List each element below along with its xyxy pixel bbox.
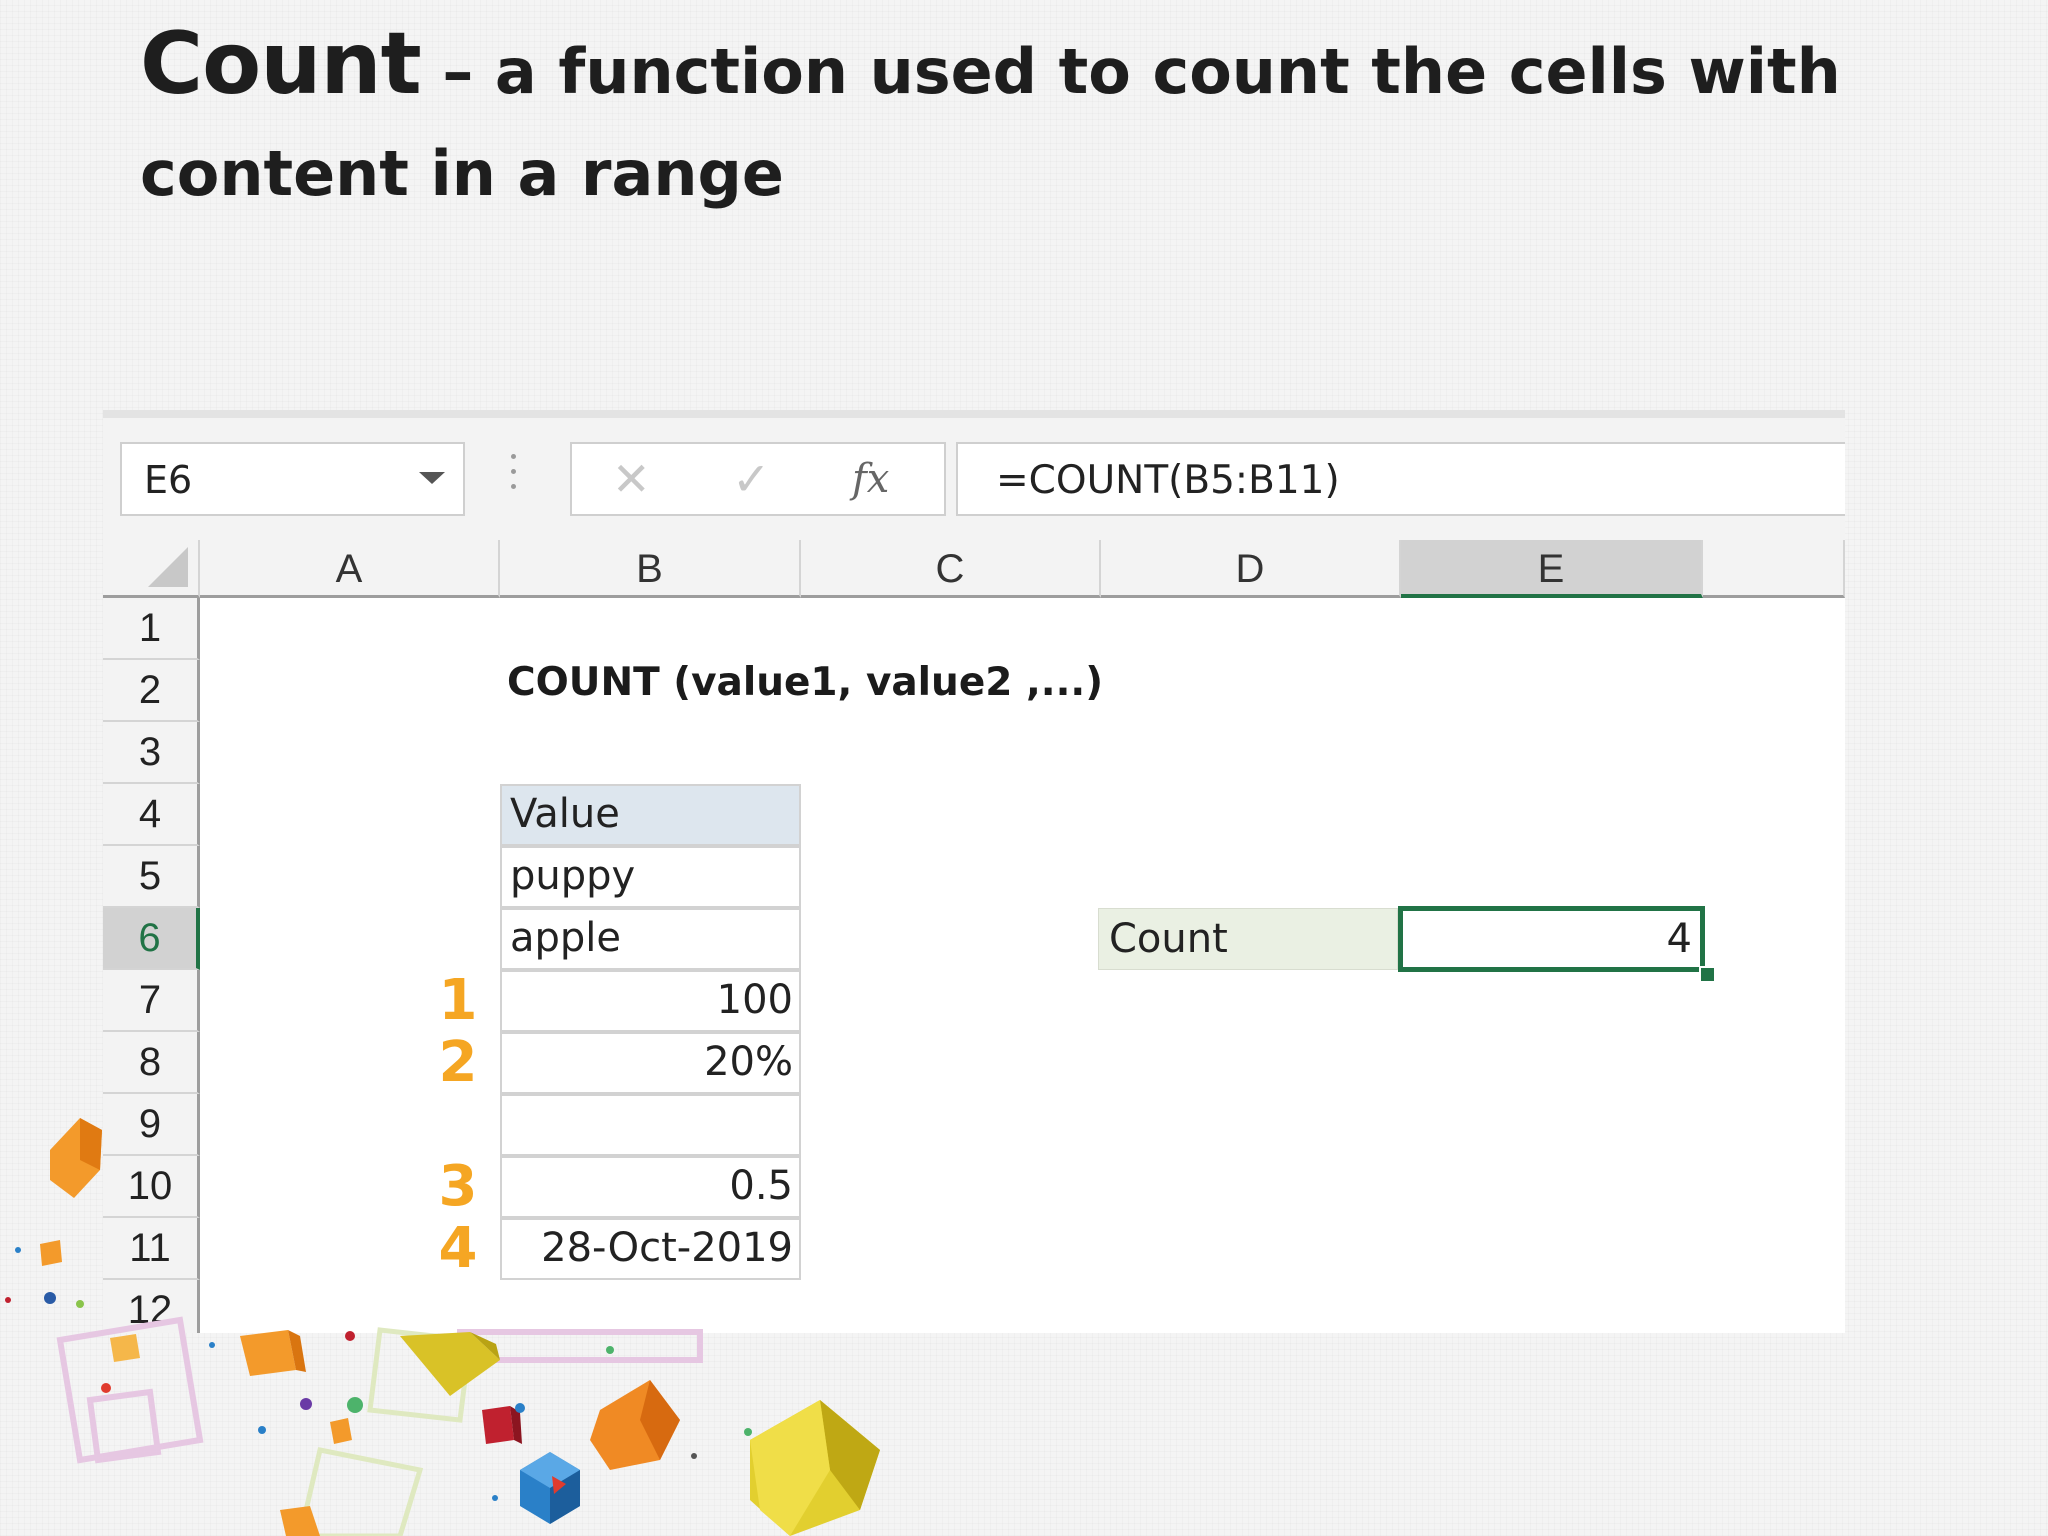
column-header-f[interactable]: [1703, 540, 1845, 598]
formula-buttons: ✕ ✓ fx: [570, 442, 946, 516]
row-header-3[interactable]: 3: [103, 722, 200, 784]
light-green-frame-decoration: [297, 1327, 473, 1536]
formula-input[interactable]: =COUNT(B5:B11): [956, 442, 1845, 516]
formula-bar: E6 ✕ ✓ fx =COUNT(B5:B11): [103, 410, 1845, 540]
row-header-2[interactable]: 2: [103, 660, 200, 722]
cell-b5[interactable]: puppy: [500, 846, 801, 908]
column-header-b[interactable]: B: [500, 540, 801, 598]
cell-b11[interactable]: 28-Oct-2019: [500, 1218, 801, 1280]
column-header-c[interactable]: C: [801, 540, 1101, 598]
count-syntax[interactable]: COUNT (value1, value2 ,...): [507, 660, 1103, 705]
name-box[interactable]: E6: [120, 442, 465, 516]
cell-b7[interactable]: 100: [500, 970, 801, 1032]
red-cube-decoration: [482, 1406, 522, 1444]
orange-cube-decoration: [50, 1118, 102, 1198]
column-header-a[interactable]: A: [200, 540, 500, 598]
formula-text: =COUNT(B5:B11): [996, 458, 1340, 503]
row-header-11[interactable]: 11: [103, 1218, 200, 1280]
pink-frame-decoration: [56, 1316, 703, 1464]
annotation-3: 3: [438, 1154, 478, 1219]
formula-bar-resize-handle[interactable]: [511, 454, 517, 498]
cell-b8[interactable]: 20%: [500, 1032, 801, 1094]
row-header-8[interactable]: 8: [103, 1032, 200, 1094]
row-header-6[interactable]: 6: [103, 908, 200, 970]
cell-d6-count-label[interactable]: Count: [1098, 908, 1398, 970]
row-header-10[interactable]: 10: [103, 1156, 200, 1218]
cell-b9[interactable]: [500, 1094, 801, 1156]
annotation-2: 2: [438, 1030, 478, 1095]
yellow-cube-decoration: [400, 1332, 880, 1536]
row-header-12[interactable]: 12: [103, 1280, 200, 1333]
column-header-e[interactable]: E: [1401, 540, 1703, 598]
row-header-5[interactable]: 5: [103, 846, 200, 908]
cell-b6[interactable]: apple: [500, 908, 801, 970]
slide-title: Count – a function used to count the cel…: [140, 18, 1900, 230]
cell-b10[interactable]: 0.5: [500, 1156, 801, 1218]
title-lead: Count: [140, 14, 422, 114]
row-header-9[interactable]: 9: [103, 1094, 200, 1156]
annotation-4: 4: [438, 1216, 478, 1281]
fill-handle[interactable]: [1699, 966, 1716, 983]
row-header-7[interactable]: 7: [103, 970, 200, 1032]
column-header-d[interactable]: D: [1101, 540, 1401, 598]
name-box-value: E6: [144, 458, 193, 502]
fx-icon[interactable]: fx: [852, 456, 889, 502]
cell-e6-count-result[interactable]: 4: [1398, 906, 1705, 972]
annotation-1: 1: [438, 968, 478, 1033]
cell-b4-value-header[interactable]: Value: [500, 784, 801, 846]
cancel-icon[interactable]: ✕: [612, 452, 651, 506]
row-header-1[interactable]: 1: [103, 598, 200, 660]
row-header-4[interactable]: 4: [103, 784, 200, 846]
chevron-down-icon[interactable]: [419, 472, 445, 484]
blue-cube-decoration: [520, 1452, 580, 1524]
excel-screenshot: E6 ✕ ✓ fx =COUNT(B5:B11) A B C D E 1 2 3…: [103, 410, 1845, 1333]
enter-icon[interactable]: ✓: [732, 452, 771, 506]
select-all-button[interactable]: [103, 540, 200, 598]
